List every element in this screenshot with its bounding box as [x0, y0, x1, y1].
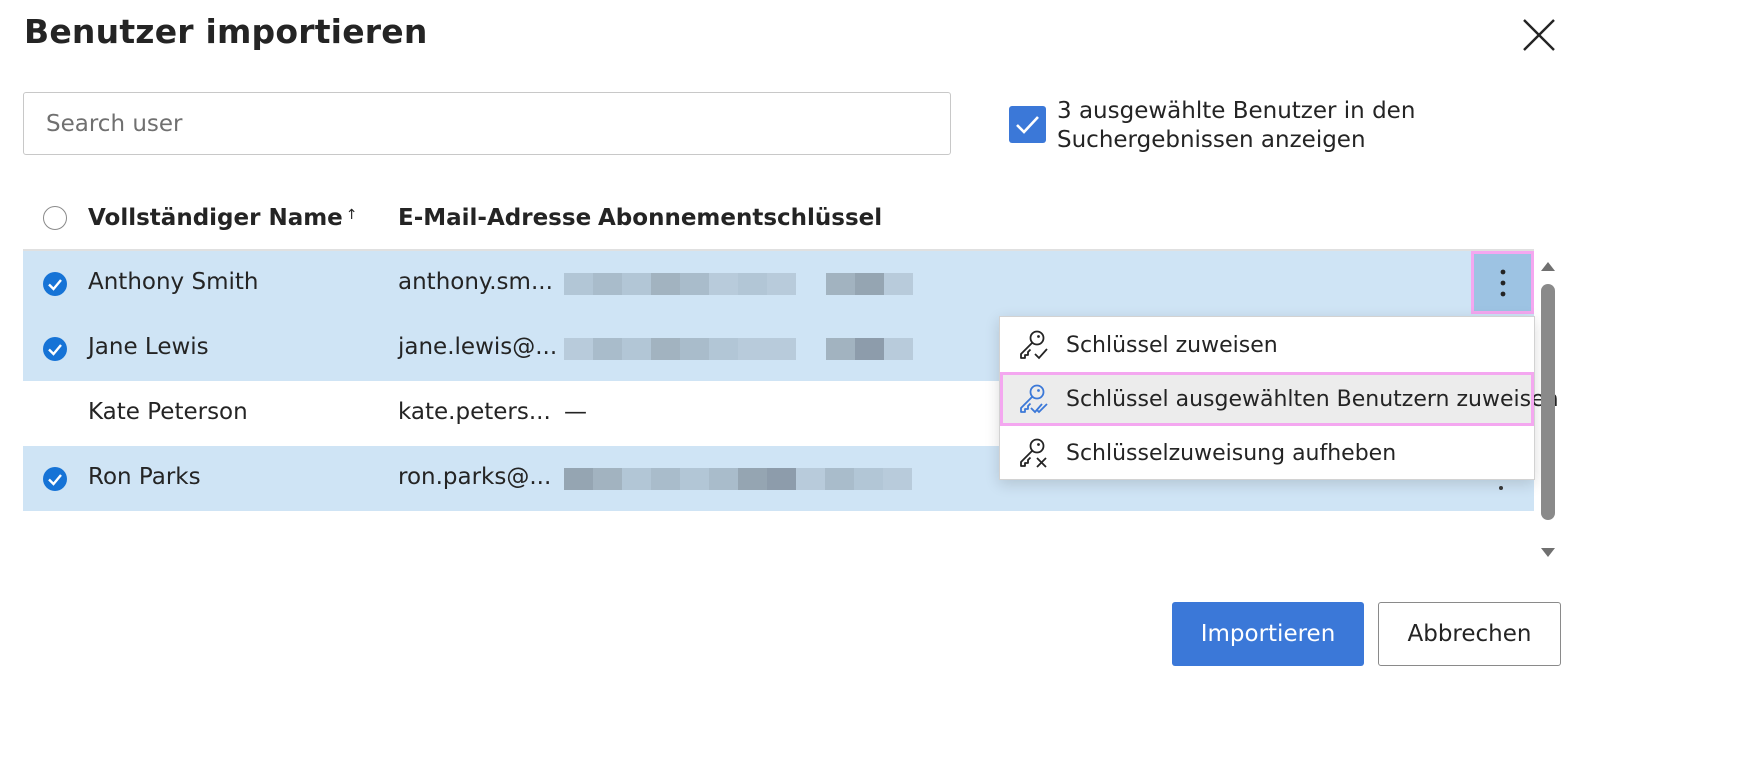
close-icon [1523, 19, 1555, 51]
show-selected-checkbox[interactable] [1009, 106, 1046, 143]
menu-item-label: Schlüsselzuweisung aufheben [1066, 440, 1397, 466]
column-header-key[interactable]: Abonnementschlüssel [598, 205, 882, 231]
key-check-icon [1020, 330, 1048, 360]
row-more-actions-button[interactable] [1471, 251, 1534, 314]
redacted-key-block [564, 338, 796, 360]
redacted-key-block [826, 338, 913, 360]
row-select-unchecked[interactable] [43, 402, 67, 426]
key-remove-icon [1020, 438, 1047, 468]
row-select-checked[interactable] [43, 467, 67, 491]
search-input[interactable] [24, 93, 950, 154]
table-scrollbar[interactable] [1538, 258, 1558, 564]
checkmark-icon [48, 344, 62, 356]
checkmark-icon [1016, 116, 1039, 134]
row-select-checked[interactable] [43, 337, 67, 361]
column-header-name[interactable]: Vollständiger Name ↑ [88, 205, 358, 231]
dialog-title: Benutzer importieren [24, 12, 428, 51]
sort-ascending-icon: ↑ [345, 207, 358, 223]
row-name: Anthony Smith [88, 269, 259, 295]
redacted-key-block [564, 468, 912, 490]
scroll-up-arrow-icon[interactable] [1541, 262, 1555, 271]
redacted-key-block [826, 273, 913, 295]
show-selected-toggle[interactable]: 3 ausgewählte Benutzer in den Suchergebn… [1009, 97, 1437, 155]
table-row[interactable]: Anthony Smith anthony.sm... [23, 251, 1534, 316]
menu-item-label: Schlüssel zuweisen [1066, 332, 1278, 358]
menu-item-unassign-key[interactable]: Schlüsselzuweisung aufheben [1000, 426, 1534, 480]
row-key-empty: — [564, 399, 587, 425]
column-header-email[interactable]: E-Mail-Adresse [398, 205, 591, 231]
row-name: Ron Parks [88, 464, 201, 490]
checkmark-icon [48, 474, 62, 486]
close-button[interactable] [1518, 14, 1560, 56]
import-button[interactable]: Importieren [1172, 602, 1364, 666]
menu-item-assign-key[interactable]: Schlüssel zuweisen [1000, 318, 1534, 372]
row-name: Kate Peterson [88, 399, 248, 425]
row-context-menu: Schlüssel zuweisen Schlüssel ausgewählte… [999, 316, 1559, 480]
scroll-thumb[interactable] [1541, 284, 1555, 520]
row-email: kate.peters... [398, 399, 551, 425]
menu-item-label: Schlüssel ausgewählten Benutzern zuweise… [1066, 386, 1559, 412]
checkmark-icon [48, 279, 62, 291]
search-field [23, 92, 951, 155]
more-vertical-icon [1500, 269, 1505, 296]
menu-item-assign-key-to-selected[interactable]: Schlüssel ausgewählten Benutzern zuweise… [1000, 372, 1559, 426]
key-double-check-icon [1020, 384, 1048, 414]
row-more-dot-partial [1499, 486, 1503, 490]
show-selected-label: 3 ausgewählte Benutzer in den Suchergebn… [1057, 98, 1416, 153]
scroll-down-arrow-icon[interactable] [1541, 548, 1555, 557]
redacted-key-block [564, 273, 796, 295]
column-header-name-label: Vollständiger Name [88, 205, 343, 231]
row-name: Jane Lewis [88, 334, 209, 360]
row-select-checked[interactable] [43, 272, 67, 296]
row-email: anthony.sm... [398, 269, 553, 295]
row-email: jane.lewis@... [398, 334, 558, 360]
select-all-radio[interactable] [43, 206, 67, 230]
cancel-button[interactable]: Abbrechen [1378, 602, 1561, 666]
row-email: ron.parks@... [398, 464, 552, 490]
